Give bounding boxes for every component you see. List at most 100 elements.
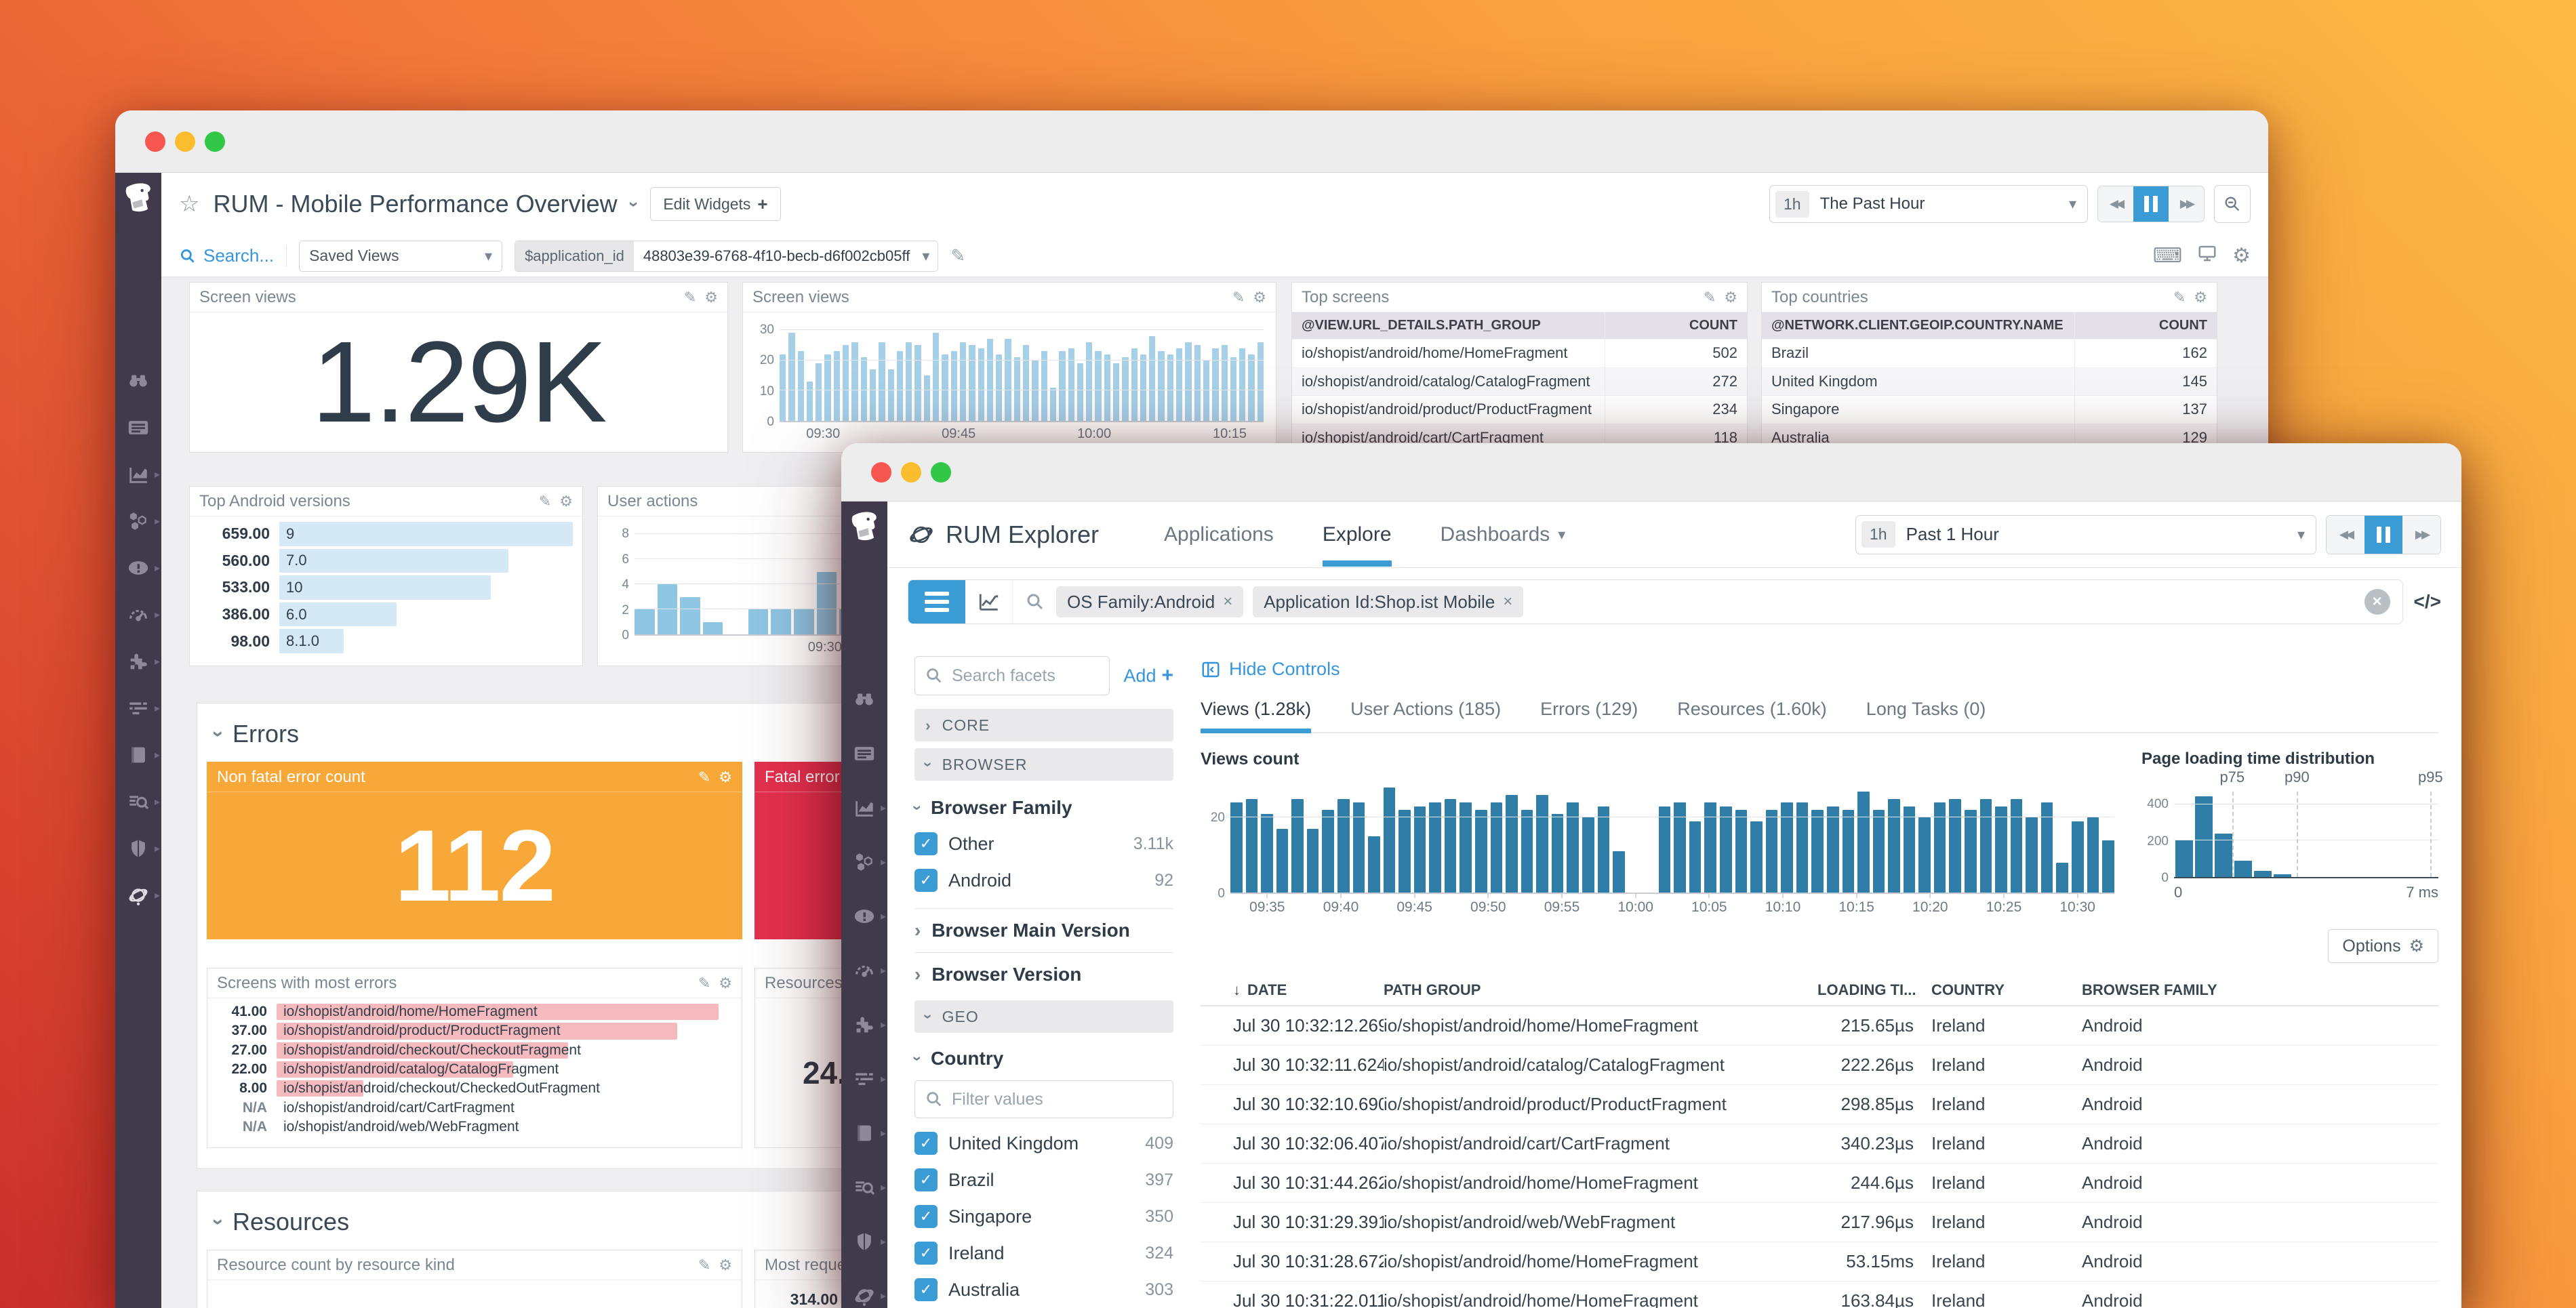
bar-row[interactable]: 8.00io/shopist/android/checkout/CheckedO… bbox=[207, 1079, 732, 1098]
sidebar-item-notebooks-icon[interactable]: ▸ bbox=[115, 731, 161, 778]
column-browser-family[interactable]: BROWSER FAMILY bbox=[2082, 981, 2438, 999]
sidebar-item-monitors-icon[interactable]: ▸ bbox=[841, 889, 887, 943]
widget-screen-views-chart[interactable]: Screen views ✎⚙ 0102030 09:3009:4510:001… bbox=[742, 282, 1276, 453]
edit-widgets-button[interactable]: Edit Widgets+ bbox=[650, 187, 780, 221]
event-row[interactable]: Jul 30 10:32:06.407io/shopist/android/ca… bbox=[1201, 1124, 2438, 1164]
bar-row[interactable]: 533.0010 bbox=[190, 574, 573, 601]
widget-screen-views-value[interactable]: Screen views ✎⚙ 1.29K bbox=[189, 282, 728, 453]
favorite-star-icon[interactable]: ☆ bbox=[179, 190, 199, 218]
bar-row[interactable]: 41.00io/shopist/android/home/HomeFragmen… bbox=[207, 1002, 732, 1021]
facet-value-row[interactable]: ✓Singapore350 bbox=[914, 1201, 1173, 1232]
column-country[interactable]: COUNTRY bbox=[1931, 981, 2082, 999]
pencil-icon[interactable]: ✎ bbox=[539, 493, 551, 510]
widget-top-android-versions[interactable]: Top Android versions ✎⚙ 659.009560.007.0… bbox=[189, 486, 583, 666]
saved-views-select[interactable]: Saved Views ▾ bbox=[299, 241, 502, 272]
tab-user[interactable]: User Actions (185) bbox=[1350, 699, 1501, 720]
search-button[interactable]: Search... bbox=[179, 245, 287, 266]
sidebar-item-monitors-icon[interactable]: ▸ bbox=[115, 544, 161, 591]
facet-browser-version[interactable]: ›Browser Version bbox=[914, 953, 1173, 996]
sidebar-item-metrics-icon[interactable]: ▸ bbox=[841, 781, 887, 835]
event-row[interactable]: Jul 30 10:32:12.269io/shopist/android/ho… bbox=[1201, 1006, 2438, 1046]
event-row[interactable]: Jul 30 10:31:22.011io/shopist/android/ho… bbox=[1201, 1282, 2438, 1308]
widget-top-countries[interactable]: Top countries ✎⚙ @NETWORK.CLIENT.GEOIP.C… bbox=[1761, 282, 2217, 453]
pause-button[interactable] bbox=[2364, 516, 2402, 554]
rewind-button[interactable]: ◀◀ bbox=[2327, 516, 2364, 554]
remove-filter-icon[interactable]: × bbox=[1223, 592, 1232, 611]
widget-resource-count[interactable]: Resource count by resource kind ✎⚙ 4050 bbox=[207, 1250, 742, 1308]
sidebar-item-dashboards-icon[interactable] bbox=[841, 727, 887, 781]
gear-icon[interactable]: ⚙ bbox=[1253, 289, 1266, 306]
sidebar-item-apm-icon[interactable]: ▸ bbox=[841, 943, 887, 998]
pencil-icon[interactable]: ✎ bbox=[684, 289, 696, 306]
column-loading-time[interactable]: LOADING TI... bbox=[1817, 981, 1931, 999]
search-input[interactable]: OS Family:Android×Application Id:Shop.is… bbox=[1013, 580, 2402, 624]
sidebar-item-pipelines-icon[interactable]: ▸ bbox=[841, 1052, 887, 1106]
sidebar-item-log-explorer-icon[interactable]: ▸ bbox=[115, 778, 161, 825]
checkbox-checked[interactable]: ✓ bbox=[914, 1132, 938, 1155]
minimize-button[interactable] bbox=[175, 131, 195, 152]
sidebar-item-watchdog-icon[interactable] bbox=[115, 357, 161, 404]
keyboard-icon[interactable]: ⌨ bbox=[2153, 244, 2182, 268]
pencil-icon[interactable]: ✎ bbox=[950, 245, 965, 266]
gear-icon[interactable]: ⚙ bbox=[2232, 244, 2251, 268]
code-view-icon[interactable]: </> bbox=[2414, 591, 2441, 613]
table-row[interactable]: io/shopist/android/product/ProductFragme… bbox=[1292, 396, 1747, 424]
sidebar-item-security-icon[interactable]: ▸ bbox=[841, 1214, 887, 1269]
tab-views[interactable]: Views (1.28k) bbox=[1201, 699, 1311, 720]
bar-row[interactable]: 22.00io/shopist/android/catalog/CatalogF… bbox=[207, 1060, 732, 1079]
widget-screens-most-errors[interactable]: Screens with most errors ✎⚙ 41.00io/shop… bbox=[207, 968, 742, 1148]
facet-value-row[interactable]: ✓Other3.11k bbox=[914, 828, 1173, 859]
facet-group-core[interactable]: › CORE bbox=[914, 709, 1173, 741]
tab-resources[interactable]: Resources (1.60k) bbox=[1677, 699, 1827, 720]
gear-icon[interactable]: ⚙ bbox=[719, 975, 732, 992]
checkbox-checked[interactable]: ✓ bbox=[914, 869, 938, 892]
sidebar-item-rum-icon[interactable]: ▸ bbox=[841, 1269, 887, 1308]
close-button[interactable] bbox=[871, 462, 891, 483]
minimize-button[interactable] bbox=[901, 462, 921, 483]
filter-values-input[interactable] bbox=[952, 1090, 1163, 1109]
gear-icon[interactable]: ⚙ bbox=[719, 1256, 732, 1274]
gear-icon[interactable]: ⚙ bbox=[2194, 289, 2207, 306]
event-row[interactable]: Jul 30 10:31:29.391io/shopist/android/we… bbox=[1201, 1203, 2438, 1242]
list-view-button[interactable] bbox=[908, 580, 965, 624]
bar-row[interactable]: 98.008.1.0 bbox=[190, 628, 573, 655]
gear-icon[interactable]: ⚙ bbox=[1724, 289, 1737, 306]
pause-button[interactable] bbox=[2133, 186, 2169, 222]
sidebar-item-notebooks-icon[interactable]: ▸ bbox=[841, 1106, 887, 1160]
pencil-icon[interactable]: ✎ bbox=[698, 1256, 710, 1274]
chevron-down-icon[interactable]: › bbox=[207, 731, 230, 737]
event-row[interactable]: Jul 30 10:32:11.624io/shopist/android/ca… bbox=[1201, 1046, 2438, 1085]
table-row[interactable]: io/shopist/android/catalog/CatalogFragme… bbox=[1292, 368, 1747, 396]
sidebar-item-pipelines-icon[interactable]: ▸ bbox=[115, 684, 161, 731]
bar-row[interactable]: 386.006.0 bbox=[190, 601, 573, 628]
sidebar-item-security-icon[interactable]: ▸ bbox=[115, 825, 161, 872]
rewind-button[interactable]: ◀◀ bbox=[2098, 186, 2133, 222]
tab-errors[interactable]: Errors (129) bbox=[1540, 699, 1638, 720]
bar-row[interactable]: 659.009 bbox=[190, 520, 573, 548]
tab-long[interactable]: Long Tasks (0) bbox=[1866, 699, 1986, 720]
pencil-icon[interactable]: ✎ bbox=[698, 975, 710, 992]
column-path-group[interactable]: PATH GROUP bbox=[1384, 981, 1817, 999]
facet-browser-main-version[interactable]: ›Browser Main Version bbox=[914, 909, 1173, 952]
event-row[interactable]: Jul 30 10:31:44.262io/shopist/android/ho… bbox=[1201, 1164, 2438, 1203]
chevron-down-icon[interactable]: › bbox=[207, 1219, 230, 1225]
sidebar-item-apm-icon[interactable]: ▸ bbox=[115, 591, 161, 638]
sidebar-item-log-explorer-icon[interactable]: ▸ bbox=[841, 1160, 887, 1214]
hide-controls-button[interactable]: Hide Controls bbox=[1201, 659, 2438, 680]
back-window-titlebar[interactable] bbox=[115, 110, 2268, 173]
event-row[interactable]: Jul 30 10:31:28.672io/shopist/android/ho… bbox=[1201, 1242, 2438, 1282]
sidebar-item-rum-icon[interactable]: ▸ bbox=[115, 872, 161, 918]
checkbox-checked[interactable]: ✓ bbox=[914, 1168, 938, 1191]
widget-non-fatal-errors[interactable]: Non fatal error count ✎⚙ 112 bbox=[207, 762, 742, 939]
checkbox-checked[interactable]: ✓ bbox=[914, 1278, 938, 1301]
sidebar-item-integrations-icon[interactable]: ▸ bbox=[115, 638, 161, 684]
facet-country[interactable]: › Country bbox=[914, 1048, 1173, 1069]
widget-top-screens[interactable]: Top screens ✎⚙ @VIEW.URL_DETAILS.PATH_GR… bbox=[1291, 282, 1748, 453]
forward-button[interactable]: ▶▶ bbox=[2169, 186, 2204, 222]
facet-value-row[interactable]: ✓Ireland324 bbox=[914, 1238, 1173, 1269]
facet-group-browser[interactable]: › BROWSER bbox=[914, 748, 1173, 781]
bar-row[interactable]: N/Aio/shopist/android/web/WebFragment bbox=[207, 1118, 732, 1137]
checkbox-checked[interactable]: ✓ bbox=[914, 1242, 938, 1265]
nav-applications[interactable]: Applications bbox=[1164, 523, 1274, 546]
template-variable[interactable]: $application_id 48803e39-6768-4f10-becb-… bbox=[515, 241, 938, 272]
